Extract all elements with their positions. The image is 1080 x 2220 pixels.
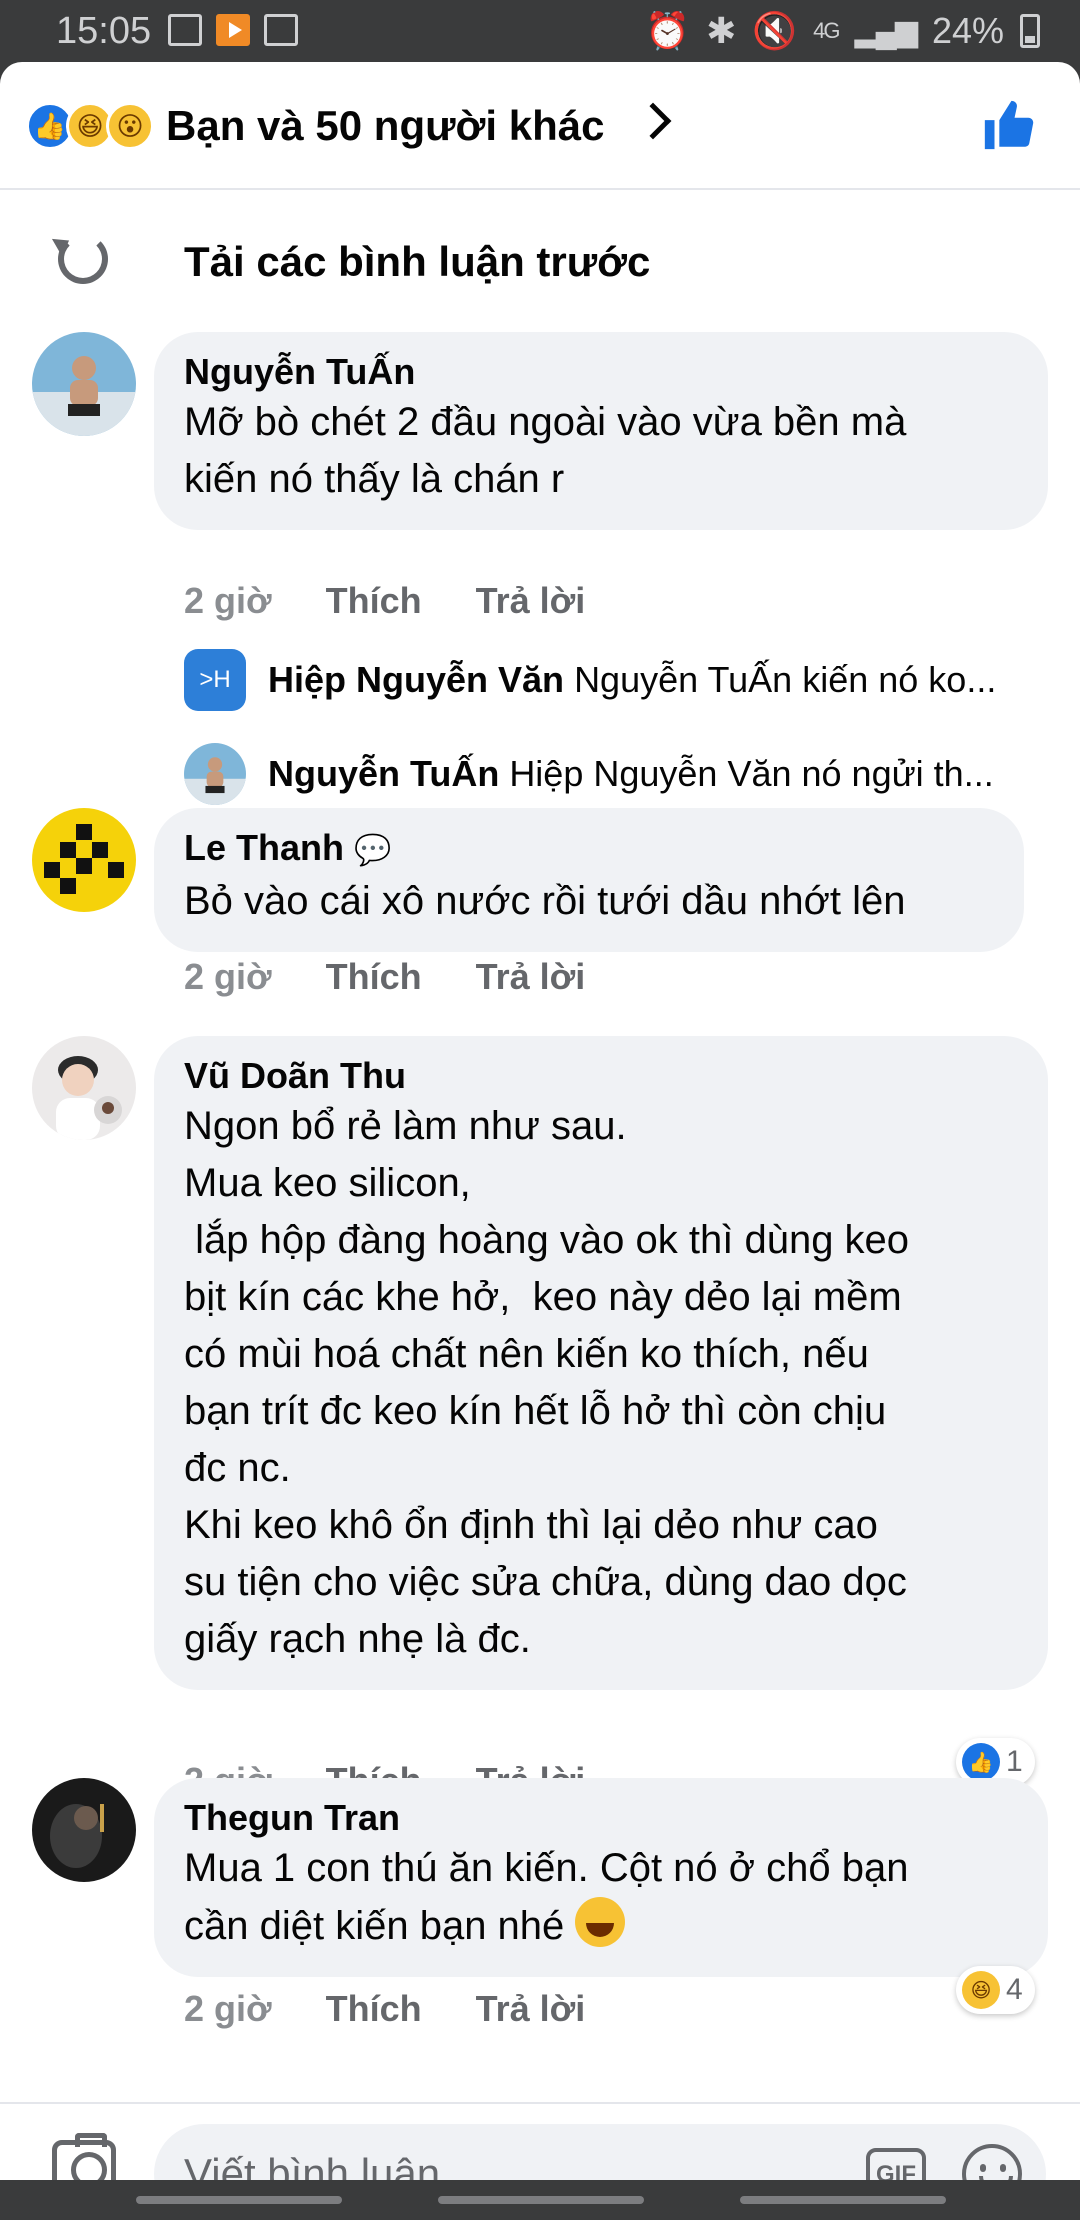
comment-bubble[interactable]: Le Thanh 💬 Bỏ vào cái xô nước rồi tưới d… [154, 808, 1024, 952]
comment-actions: 2 giờ Thích Trả lời [184, 580, 585, 622]
reaction-count-badge[interactable]: 😆 4 [956, 1966, 1035, 2014]
comment-author[interactable]: Nguyễn TuẤn [184, 350, 1018, 394]
reload-icon [58, 234, 108, 284]
haha-reaction-icon: 😆 [962, 1971, 1000, 2009]
status-bar: 15:05 ⏰ ✱ 🔇 4G ▂▄▆ 24% [0, 0, 1080, 62]
mail-notification-icon [264, 14, 298, 46]
reaction-count: 4 [1006, 1973, 1023, 2006]
avatar[interactable] [32, 332, 136, 436]
reply-button[interactable]: Trả lời [476, 1988, 586, 2030]
mute-icon: 🔇 [752, 10, 798, 51]
load-previous-comments[interactable]: Tải các bình luận trước [0, 212, 1080, 312]
gallery-notification-icon [168, 14, 202, 46]
comment-time: 2 giờ [184, 580, 272, 621]
avatar[interactable] [32, 1778, 136, 1882]
comment-actions: 2 giờ Thích Trả lời [184, 1988, 585, 2030]
comment-bubble[interactable]: Vũ Doãn Thu Ngon bổ rẻ làm như sau. Mua … [154, 1036, 1048, 1690]
nav-back-handle[interactable] [136, 2196, 342, 2204]
messenger-icon: 💬 [354, 834, 392, 867]
like-button[interactable]: Thích [326, 956, 422, 998]
like-reaction-icon: 👍 [962, 1743, 1000, 1781]
comment-actions: 2 giờ Thích Trả lời [184, 956, 585, 998]
comments-sheet: 👍 😆 😮 Bạn và 50 người khác Tải các bình … [0, 62, 1080, 2220]
comment-bubble[interactable]: Thegun Tran Mua 1 con thú ăn kiến. Cột n… [154, 1778, 1048, 1977]
comment-bubble[interactable]: Nguyễn TuẤn Mỡ bò chét 2 đầu ngoài vào v… [154, 332, 1048, 530]
signal-icon: ▂▄▆ [854, 14, 918, 48]
avatar[interactable] [32, 808, 136, 912]
reply-author[interactable]: Hiệp Nguyễn Văn [268, 659, 564, 700]
laughing-emoji-icon [575, 1897, 626, 1947]
battery-percent: 24% [931, 10, 1004, 51]
reactions-header[interactable]: 👍 😆 😮 Bạn và 50 người khác [0, 62, 1080, 190]
comment-text: Mỡ bò chét 2 đầu ngoài vào vừa bền mà ki… [184, 400, 907, 501]
reactions-summary[interactable]: Bạn và 50 người khác [166, 102, 604, 150]
reply-preview[interactable]: Nguyễn TuẤn Hiệp Nguyễn Văn nó ngửi th... [184, 742, 1044, 806]
wow-reaction-icon: 😮 [106, 102, 154, 150]
reaction-count: 1 [1006, 1745, 1023, 1778]
like-button[interactable]: Thích [326, 580, 422, 622]
play-notification-icon [216, 14, 250, 46]
comment-author[interactable]: Le Thanh 💬 [184, 826, 994, 873]
nav-home-handle[interactable] [438, 2196, 644, 2204]
comment-time: 2 giờ [184, 1988, 272, 2029]
reply-button[interactable]: Trả lời [476, 956, 586, 998]
comment-author[interactable]: Vũ Doãn Thu [184, 1054, 1018, 1098]
avatar [184, 743, 246, 805]
comment-text: Mua 1 con thú ăn kiến. Cột nó ở chổ bạn … [184, 1846, 909, 1948]
comment-time: 2 giờ [184, 956, 272, 997]
avatar[interactable] [32, 1036, 136, 1140]
load-previous-label[interactable]: Tải các bình luận trước [184, 238, 650, 286]
avatar: >H [184, 649, 246, 711]
like-button[interactable]: Thích [326, 1988, 422, 2030]
alarm-icon: ⏰ [645, 10, 691, 51]
comment-author[interactable]: Thegun Tran [184, 1796, 1018, 1840]
bluetooth-icon: ✱ [706, 10, 737, 51]
status-time: 15:05 [56, 10, 152, 52]
system-nav-bar [0, 2180, 1080, 2220]
reply-text: Hiệp Nguyễn Văn nó ngửi th... [509, 753, 994, 794]
comment-text: Ngon bổ rẻ làm như sau. Mua keo silicon,… [184, 1104, 910, 1661]
reply-button[interactable]: Trả lời [476, 580, 586, 622]
reply-text: Nguyễn TuẤn kiến nó ko... [574, 659, 997, 700]
reaction-icons: 👍 😆 😮 [26, 102, 154, 150]
reply-preview[interactable]: >H Hiệp Nguyễn Văn Nguyễn TuẤn kiến nó ko… [184, 648, 1044, 712]
chevron-right-icon[interactable] [634, 102, 672, 140]
nav-recents-handle[interactable] [740, 2196, 946, 2204]
network-type: 4G [813, 18, 840, 43]
reply-author[interactable]: Nguyễn TuẤn [268, 753, 499, 794]
battery-icon [1020, 14, 1040, 48]
comment-text: Bỏ vào cái xô nước rồi tưới dầu nhớt lên [184, 879, 906, 923]
like-post-button[interactable] [980, 96, 1038, 154]
